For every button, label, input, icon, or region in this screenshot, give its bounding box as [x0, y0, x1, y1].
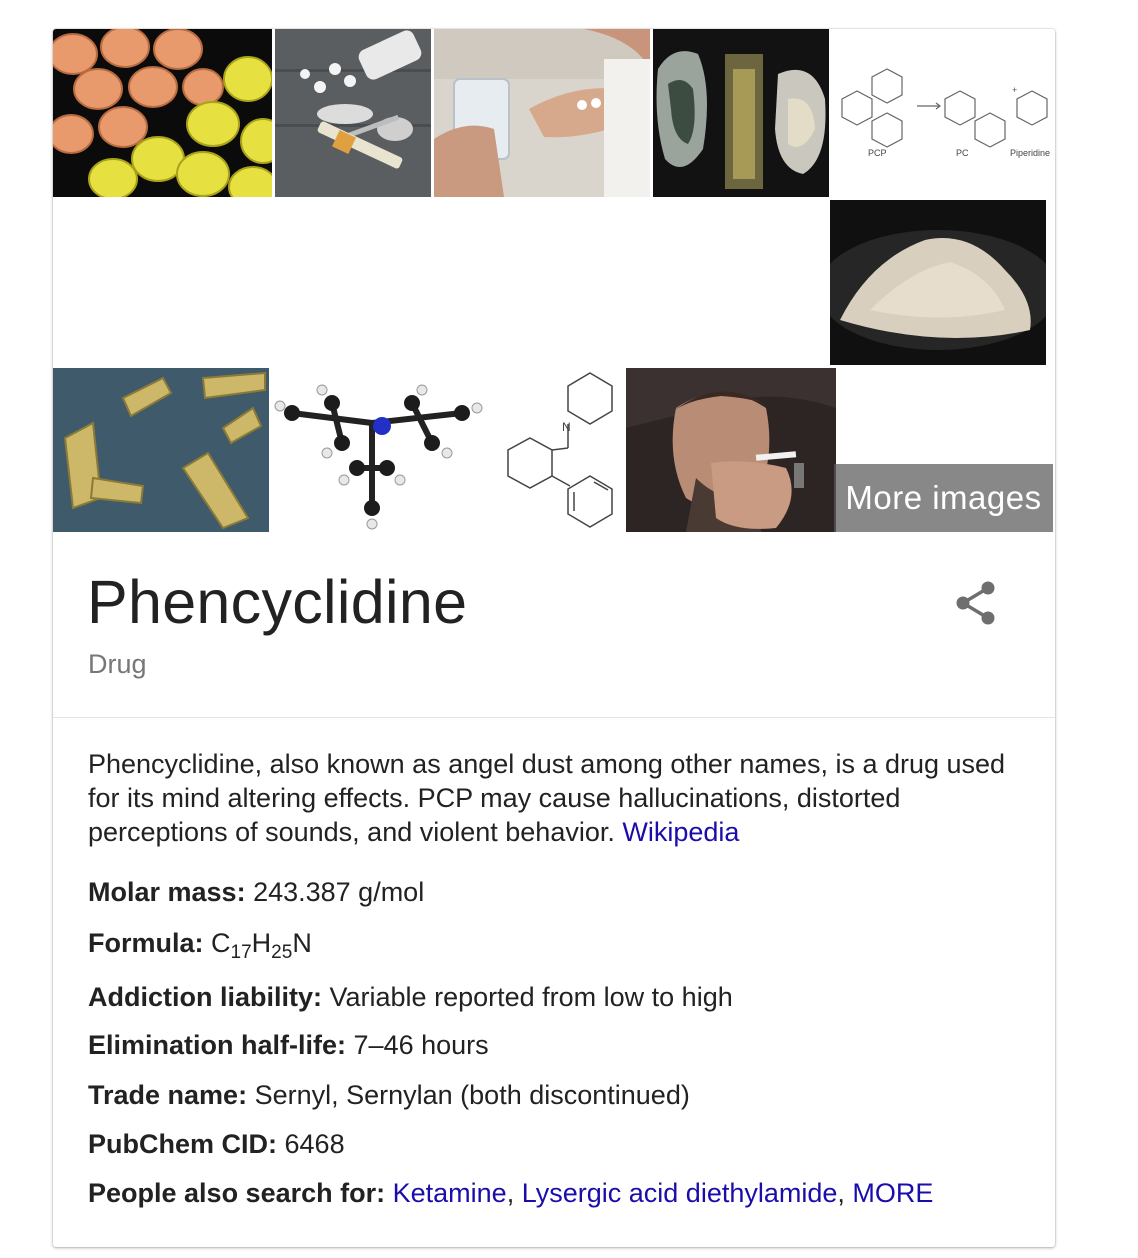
pills-photo: [53, 29, 272, 197]
structural-formula: N: [507, 372, 613, 528]
description: Phencyclidine, also known as angel dust …: [88, 747, 1038, 849]
image-tile-pcp-decomposition-diagram[interactable]: + PCP PC Piperidine: [832, 29, 1055, 197]
image-tile-gold-foil-rolls[interactable]: [53, 368, 269, 532]
fact-value: 243.387 g/mol: [253, 877, 425, 907]
diagram-label-pc: PC: [956, 148, 969, 158]
entity-title: Phencyclidine: [87, 568, 468, 636]
image-tile-man-smoking[interactable]: [626, 368, 836, 532]
related-link-ketamine[interactable]: Ketamine: [393, 1178, 507, 1208]
fact-pubchem-cid: PubChem CID: 6468: [88, 1129, 345, 1160]
fact-value: 6468: [284, 1129, 345, 1159]
share-icon: [956, 581, 995, 625]
fact-addiction-liability: Addiction liability: Variable reported f…: [88, 982, 733, 1013]
spoon-syringe-photo: [275, 29, 431, 197]
formula-n: N: [292, 928, 312, 958]
fact-value: Sernyl, Sernylan (both discontinued): [254, 1080, 690, 1110]
more-images-label: More images: [845, 479, 1042, 516]
knowledge-panel: + PCP PC Piperidine N More images Phency…: [53, 29, 1055, 1247]
fact-label: Molar mass:: [88, 877, 246, 907]
image-tile-pills-spoon-syringe[interactable]: [275, 29, 431, 197]
share-button[interactable]: [949, 576, 1005, 632]
fact-elimination-half-life: Elimination half-life: 7–46 hours: [88, 1030, 489, 1061]
image-tile-pcp-structural-formula[interactable]: N: [490, 368, 623, 532]
svg-text:+: +: [1012, 85, 1017, 95]
diagram-label-piperidine: Piperidine: [1010, 148, 1050, 158]
image-tile-orange-yellow-pills[interactable]: [53, 29, 272, 197]
entity-type: Drug: [88, 649, 147, 679]
diagram-label-pcp: PCP: [868, 148, 887, 158]
related-link-lsd[interactable]: Lysergic acid diethylamide: [522, 1178, 838, 1208]
molecule-model: [274, 384, 483, 530]
powder-photo: [830, 200, 1046, 365]
fact-value: 7–46 hours: [353, 1030, 489, 1060]
formula-c: C: [211, 928, 231, 958]
formula-value: C17H25N: [211, 928, 312, 963]
section-divider: [53, 717, 1055, 718]
man-smoking-photo: [626, 368, 836, 532]
image-tile-foil-wrapped-samples[interactable]: [653, 29, 829, 197]
decomposition-diagram: + PCP PC Piperidine: [841, 68, 1050, 158]
wikipedia-link[interactable]: Wikipedia: [622, 817, 739, 847]
more-images-button[interactable]: More images: [834, 464, 1053, 532]
separator: ,: [837, 1178, 845, 1208]
fact-formula: Formula: C17H25N: [88, 928, 312, 963]
fact-label: Addiction liability:: [88, 982, 322, 1012]
fact-trade-name: Trade name: Sernyl, Sernylan (both disco…: [88, 1080, 690, 1111]
foil-rolls-photo: [53, 368, 269, 532]
fact-label: Formula:: [88, 928, 204, 958]
fact-value: Variable reported from low to high: [329, 982, 733, 1012]
separator: ,: [506, 1178, 515, 1208]
formula-h: H: [251, 928, 272, 958]
foil-samples-photo: [653, 29, 829, 197]
image-tile-hands-with-pills[interactable]: [434, 29, 650, 197]
formula-h-count: 25: [271, 942, 293, 963]
atom-label-n: N: [562, 420, 571, 434]
hands-pills-photo: [434, 29, 650, 197]
description-text: Phencyclidine, also known as angel dust …: [88, 749, 1006, 847]
fact-label: Elimination half-life:: [88, 1030, 347, 1060]
fact-label: People also search for:: [88, 1178, 386, 1208]
related-link-more[interactable]: MORE: [852, 1178, 933, 1208]
fact-label: PubChem CID:: [88, 1129, 277, 1159]
fact-label: Trade name:: [88, 1080, 248, 1110]
image-tile-white-powder-dish[interactable]: [830, 200, 1046, 365]
image-tile-ball-and-stick-molecule[interactable]: [272, 368, 487, 532]
fact-molar-mass: Molar mass: 243.387 g/mol: [88, 877, 424, 908]
fact-people-also-search: People also search for: Ketamine, Lyserg…: [88, 1178, 933, 1209]
formula-c-count: 17: [230, 942, 252, 963]
